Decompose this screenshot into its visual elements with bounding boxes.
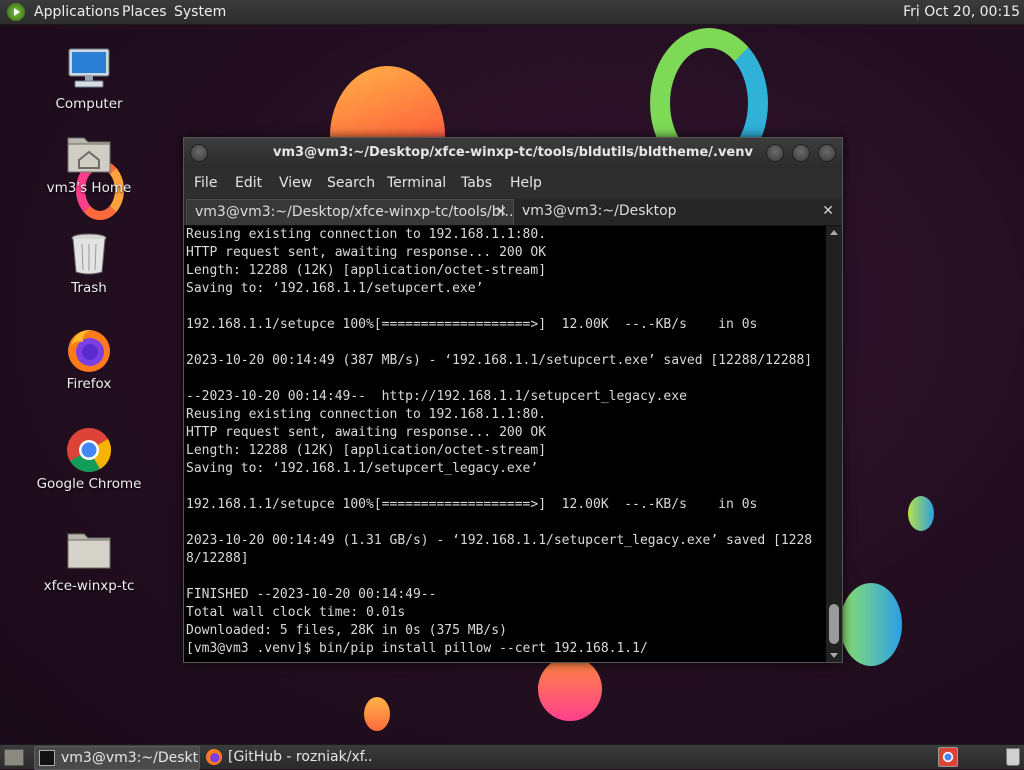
terminal-menubar: File Edit View Search Terminal Tabs Help (184, 168, 842, 198)
menu-search[interactable]: Search (327, 168, 375, 198)
computer-icon (65, 46, 113, 94)
terminal-output[interactable]: Reusing existing connection to 192.168.1… (184, 226, 826, 662)
terminal-line: --2023-10-20 00:14:49-- http://192.168.1… (186, 389, 687, 404)
menu-tabs[interactable]: Tabs (461, 168, 492, 198)
desktop-icon-label: xfce-winxp-tc (43, 578, 135, 594)
terminal-line: Saving to: ‘192.168.1.1/setupcert_legacy… (186, 461, 539, 476)
desktop-icon-xfce-winxp-tc[interactable]: xfce-winxp-tc (34, 528, 144, 594)
terminal-line: HTTP request sent, awaiting response... … (186, 245, 547, 260)
top-panel: Applications Places System Fri Oct 20, 0… (0, 0, 1024, 25)
menu-applications[interactable]: Applications (34, 0, 120, 24)
applications-menu-icon[interactable] (7, 3, 25, 21)
scrollbar-thumb[interactable] (829, 604, 839, 644)
terminal-line: Saving to: ‘192.168.1.1/setupcert.exe’ (186, 281, 484, 296)
menu-system[interactable]: System (174, 0, 226, 24)
desktop-icon-firefox[interactable]: Firefox (34, 326, 144, 392)
show-desktop-icon[interactable] (4, 749, 24, 766)
taskbar-item-label: vm3@vm3:~/Deskt... (61, 750, 200, 766)
window-title: vm3@vm3:~/Desktop/xfce-winxp-tc/tools/bl… (273, 145, 753, 160)
desktop-icon-computer[interactable]: Computer (34, 46, 144, 112)
close-icon[interactable]: ✕ (822, 199, 834, 224)
folder-icon (65, 528, 113, 576)
wallpaper-cyan-blob (840, 583, 902, 666)
close-icon[interactable]: ✕ (495, 200, 507, 225)
terminal-line: 2023-10-20 00:14:49 (387 MB/s) - ‘192.16… (186, 353, 813, 368)
menu-edit[interactable]: Edit (235, 168, 262, 198)
menu-view[interactable]: View (279, 168, 312, 198)
terminal-icon (39, 750, 55, 766)
terminal-scrollbar[interactable] (826, 226, 842, 662)
tab-label: vm3@vm3:~/Desktop (522, 203, 677, 219)
taskbar-item-terminal[interactable]: vm3@vm3:~/Deskt... (34, 746, 200, 770)
terminal-line: HTTP request sent, awaiting response... … (186, 425, 547, 440)
terminal-line: Reusing existing connection to 192.168.1… (186, 227, 547, 242)
close-button[interactable] (818, 144, 836, 162)
bottom-panel: vm3@vm3:~/Deskt... [GitHub - rozniak/xf.… (0, 744, 1024, 770)
clock[interactable]: Fri Oct 20, 00:15 (903, 0, 1020, 24)
terminal-line: Length: 12288 (12K) [application/octet-s… (186, 263, 547, 278)
desktop-icon-label: Google Chrome (36, 476, 142, 492)
terminal-window[interactable]: vm3@vm3:~/Desktop/xfce-winxp-tc/tools/bl… (183, 137, 843, 663)
chrome-icon (65, 426, 113, 474)
terminal-line: 192.168.1.1/setupce 100%[===============… (186, 317, 758, 332)
taskbar-item-firefox[interactable]: [GitHub - rozniak/xf... (202, 746, 372, 768)
scroll-up-arrow-icon[interactable] (830, 230, 838, 235)
scroll-down-arrow-icon[interactable] (830, 653, 838, 658)
terminal-line: Total wall clock time: 0.01s (186, 605, 406, 620)
terminal-line: FINISHED --2023-10-20 00:14:49-- (186, 587, 437, 602)
wallpaper-small-orange-blob (364, 697, 390, 731)
terminal-line: [vm3@vm3 .venv]$ bin/pip install pillow … (186, 641, 648, 656)
menu-file[interactable]: File (194, 168, 217, 198)
menu-places[interactable]: Places (122, 0, 167, 24)
menu-help[interactable]: Help (510, 168, 542, 198)
minimize-button[interactable] (766, 144, 784, 162)
desktop-icon-home[interactable]: vm3's Home (34, 130, 144, 196)
maximize-button[interactable] (792, 144, 810, 162)
desktop-icon-trash[interactable]: Trash (34, 230, 144, 296)
desktop-icon-label: vm3's Home (46, 180, 132, 196)
terminal-line: 2023-10-20 00:14:49 (1.31 GB/s) - ‘192.1… (186, 533, 813, 548)
desktop-icon-label: Computer (55, 96, 123, 112)
firefox-icon (65, 326, 113, 374)
terminal-line: Length: 12288 (12K) [application/octet-s… (186, 443, 547, 458)
trash-tray-icon[interactable] (1006, 748, 1020, 766)
chrome-tray-icon[interactable] (938, 747, 958, 767)
wallpaper-pink-blob (538, 657, 602, 721)
trash-icon (65, 230, 113, 278)
taskbar-item-label: [GitHub - rozniak/xf... (228, 749, 372, 765)
terminal-line: 192.168.1.1/setupce 100%[===============… (186, 497, 758, 512)
terminal-line: Reusing existing connection to 192.168.1… (186, 407, 547, 422)
terminal-tabbar: vm3@vm3:~/Desktop/xfce-winxp-tc/tools/bl… (184, 198, 842, 226)
desktop-icon-label: Trash (71, 280, 107, 296)
terminal-line: Downloaded: 5 files, 28K in 0s (375 MB/s… (186, 623, 507, 638)
tab-venv[interactable]: vm3@vm3:~/Desktop/xfce-winxp-tc/tools/bl… (186, 199, 514, 225)
terminal-line: 8/12288] (186, 551, 249, 566)
firefox-icon (206, 749, 222, 765)
desktop-icon-label: Firefox (66, 376, 112, 392)
window-titlebar[interactable]: vm3@vm3:~/Desktop/xfce-winxp-tc/tools/bl… (184, 138, 842, 168)
tab-desktop[interactable]: vm3@vm3:~/Desktop ✕ (514, 199, 840, 224)
home-folder-icon (65, 130, 113, 178)
desktop-icon-google-chrome[interactable]: Google Chrome (34, 426, 144, 492)
tab-label: vm3@vm3:~/Desktop/xfce-winxp-tc/tools/bl… (195, 204, 514, 220)
menu-terminal[interactable]: Terminal (387, 168, 446, 198)
wallpaper-blue-blob (908, 496, 934, 531)
